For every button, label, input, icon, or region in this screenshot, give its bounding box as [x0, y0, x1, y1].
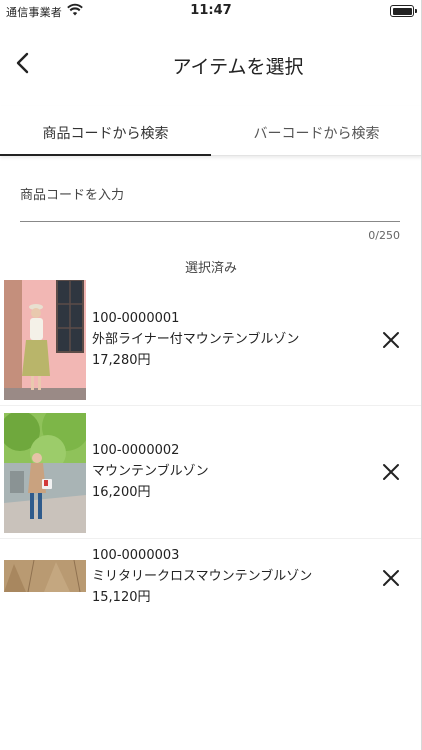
item-price: 17,280円 [92, 353, 151, 368]
product-code-input[interactable] [20, 180, 400, 210]
list-item: 100-0000002 マウンテンブルゾン 16,200円 [0, 411, 422, 539]
close-icon [383, 570, 399, 586]
item-name: ミリタリークロスマウンテンブルゾン [92, 569, 313, 584]
remove-item-button[interactable] [380, 567, 402, 589]
tab-barcode[interactable]: バーコードから検索 [211, 106, 422, 155]
item-price: 16,200円 [92, 485, 151, 500]
item-name: 外部ライナー付マウンテンブルゾン [92, 332, 300, 347]
close-icon [383, 332, 399, 348]
clock: 11:47 [190, 3, 232, 18]
character-counter: 0/250 [368, 229, 400, 242]
tab-product-code[interactable]: 商品コードから検索 [0, 106, 211, 156]
item-code: 100-0000001 [92, 311, 180, 326]
item-details: 100-0000002 マウンテンブルゾン 16,200円 [92, 440, 209, 503]
product-code-field [20, 178, 400, 222]
product-thumbnail [4, 413, 86, 533]
item-details: 100-0000003 ミリタリークロスマウンテンブルゾン 15,120円 [92, 545, 312, 608]
search-mode-tabs: 商品コードから検索 バーコードから検索 [0, 106, 422, 156]
page-title: アイテムを選択 [172, 56, 304, 78]
nav-header: アイテムを選択 [0, 22, 422, 106]
item-details: 100-0000001 外部ライナー付マウンテンブルゾン 17,280円 [92, 308, 299, 371]
list-item: 100-0000001 外部ライナー付マウンテンブルゾン 17,280円 [0, 280, 422, 406]
close-icon [383, 464, 399, 480]
product-thumbnail [4, 560, 86, 592]
item-price: 15,120円 [92, 590, 151, 605]
remove-item-button[interactable] [380, 461, 402, 483]
product-thumbnail [4, 280, 86, 400]
item-code: 100-0000002 [92, 443, 180, 458]
remove-item-button[interactable] [380, 329, 402, 351]
status-bar: 通信事業者 11:47 [0, 0, 422, 22]
item-name: マウンテンブルゾン [92, 464, 209, 479]
list-item: 100-0000003 ミリタリークロスマウンテンブルゾン 15,120円 [0, 542, 422, 612]
selected-section-label: 選択済み [184, 261, 237, 276]
battery-icon [390, 5, 417, 17]
item-code: 100-0000003 [92, 548, 180, 563]
